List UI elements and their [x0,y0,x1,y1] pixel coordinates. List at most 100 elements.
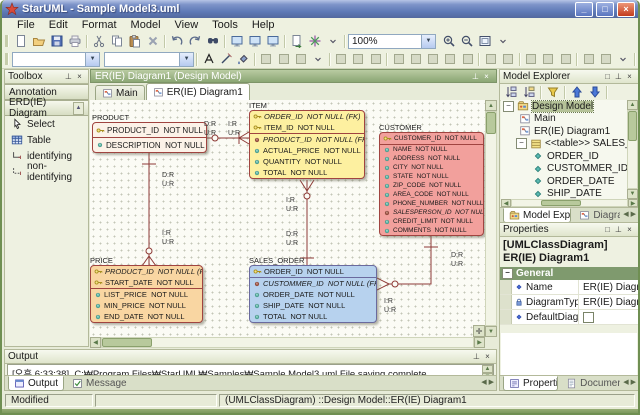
menu-item-view[interactable]: View [168,19,206,31]
align-top-button[interactable] [442,51,459,67]
scroll-up-icon[interactable]: ▲ [627,100,638,110]
tree-item-order-date[interactable]: ORDER_DATE [501,175,627,188]
close-icon[interactable]: × [624,224,635,235]
fill-color-button[interactable] [235,51,252,67]
entity-item[interactable]: ITEMORDER_ID NOT NULL (FK)ITEM_ID NOT NU… [249,101,365,179]
maximize-button[interactable]: □ [596,2,614,17]
overflow-button[interactable] [494,33,512,49]
close-icon[interactable]: × [481,71,492,82]
tab-diagram[interactable]: Diagram [573,208,621,223]
redo-button[interactable] [186,33,204,49]
expander-icon[interactable]: − [516,138,527,149]
property-row-name[interactable]: NameER(IE) Diagram1 [500,280,638,295]
diagram-canvas[interactable]: PRODUCTPRODUCT_ID NOT NULLDESCRIPTION NO… [90,100,485,337]
copy-button[interactable] [108,33,126,49]
asterisk-button[interactable] [306,33,324,49]
tab-model-explorer[interactable]: Model Explorer [503,208,571,223]
overflow-button[interactable] [324,33,342,49]
pin-icon[interactable]: ⊥ [613,224,624,235]
overflow-button[interactable] [309,51,326,67]
open-button[interactable] [30,33,48,49]
entity-customer[interactable]: CUSTOMERCUSTOMER_ID NOT NULLNAME NOT NUL… [379,123,484,236]
scroll-left-icon[interactable]: ◀ [501,199,511,207]
menu-item-tools[interactable]: Tools [205,19,245,31]
layout-org-button[interactable] [499,51,516,67]
pan-button[interactable]: ✛ [473,325,485,337]
misc-tool-button[interactable] [597,51,614,67]
zoom-fit-button[interactable] [476,33,494,49]
canvas-vscrollbar[interactable]: ▲ ▼ [485,100,497,337]
sort-az-button[interactable] [502,84,520,100]
scroll-down-icon[interactable]: ▼ [627,189,638,199]
scroll-left-icon[interactable]: ◀ [623,378,628,386]
close-icon[interactable]: × [624,71,635,82]
scroll-thumb[interactable] [628,111,637,141]
scroll-right-icon[interactable]: ▶ [474,337,485,348]
zoom-combobox[interactable]: 100%▼ [348,34,436,49]
tree-vscrollbar[interactable]: ▲ ▼ [627,100,638,199]
scroll-right-icon[interactable]: ▶ [489,378,494,386]
tree-hscrollbar[interactable]: ◀ ▶ [501,199,638,207]
suppress-attributes-button[interactable] [333,51,350,67]
close-icon[interactable]: × [482,351,493,362]
delete-button[interactable] [144,33,162,49]
default-diagram-checkbox[interactable] [583,312,594,323]
bring-to-front-button[interactable] [523,51,540,67]
minimize-button[interactable]: _ [575,2,593,17]
scroll-thumb[interactable] [102,338,152,347]
align-left-button[interactable] [390,51,407,67]
undo-button[interactable] [168,33,186,49]
expander-icon[interactable]: − [503,101,514,112]
style-combobox[interactable]: ▼ [104,52,194,67]
close-button[interactable]: × [617,2,635,17]
scroll-thumb[interactable] [486,112,496,134]
tree-item-main[interactable]: Main [501,113,627,126]
toolbox-item-table[interactable]: Table [5,132,88,148]
tab-properties[interactable]: Properties [503,376,558,391]
chevron-down-icon[interactable]: ▼ [421,35,435,48]
pin-icon[interactable]: ⊥ [470,71,481,82]
toolbox-group-erd[interactable]: ERD(IE) Diagram ▲ [5,100,88,116]
tree-item--table-sales-order[interactable]: −<<table>> SALES_ORDER [501,138,627,151]
tree-item-design-model[interactable]: −Design Model [501,100,627,113]
scroll-right-icon[interactable]: ▶ [631,210,636,218]
monitor-button[interactable] [228,33,246,49]
menu-item-format[interactable]: Format [75,19,124,31]
property-row-defaultdiag[interactable]: DefaultDiag [500,310,638,325]
tab-documentat[interactable]: Documentat [560,376,621,391]
property-row-diagramtyp[interactable]: DiagramTypER(IE) Diagram [500,295,638,310]
suppress-operations-button[interactable] [350,51,367,67]
scroll-down-icon[interactable]: ▼ [485,326,497,337]
grid-snap-button[interactable] [580,51,597,67]
group-items-button[interactable] [557,51,574,67]
font-combobox[interactable]: ▼ [12,52,100,67]
property-value[interactable]: ER(IE) Diagram1 [579,280,638,294]
toolbar-grip[interactable] [5,53,9,65]
entity-price[interactable]: PRICEPRODUCT_ID NOT NULL (FK)START_DATE … [90,256,203,323]
canvas-hscrollbar[interactable]: ◀ ▶ [90,337,485,348]
overflow-button[interactable] [615,51,632,67]
toolbox-item-select[interactable]: Select [5,116,88,132]
menu-item-edit[interactable]: Edit [42,19,75,31]
word-wrap-button[interactable] [367,51,384,67]
arrow-up-button[interactable] [568,84,586,100]
select-frame-button[interactable] [258,51,275,67]
align-center-button[interactable] [407,51,424,67]
scroll-left-icon[interactable]: ◀ [90,337,101,348]
scroll-up-icon[interactable]: ▲ [485,100,497,111]
send-to-back-button[interactable] [540,51,557,67]
tab-output[interactable]: Output [8,376,64,391]
save-button[interactable] [48,33,66,49]
pin-icon[interactable]: ⊥ [471,351,482,362]
restore-icon[interactable]: □ [602,71,613,82]
monitor-button[interactable] [264,33,282,49]
new-button[interactable] [12,33,30,49]
restore-icon[interactable]: □ [602,224,613,235]
tab-main[interactable]: Main [95,85,145,100]
toolbar-grip[interactable] [5,35,9,47]
page-arrow-button[interactable] [288,33,306,49]
property-value[interactable]: ER(IE) Diagram [579,295,638,309]
fill-style-button[interactable] [292,51,309,67]
entity-sales_order[interactable]: SALES_ORDERORDER_ID NOT NULLCUSTOMMER_ID… [249,256,377,323]
paste-button[interactable] [126,33,144,49]
